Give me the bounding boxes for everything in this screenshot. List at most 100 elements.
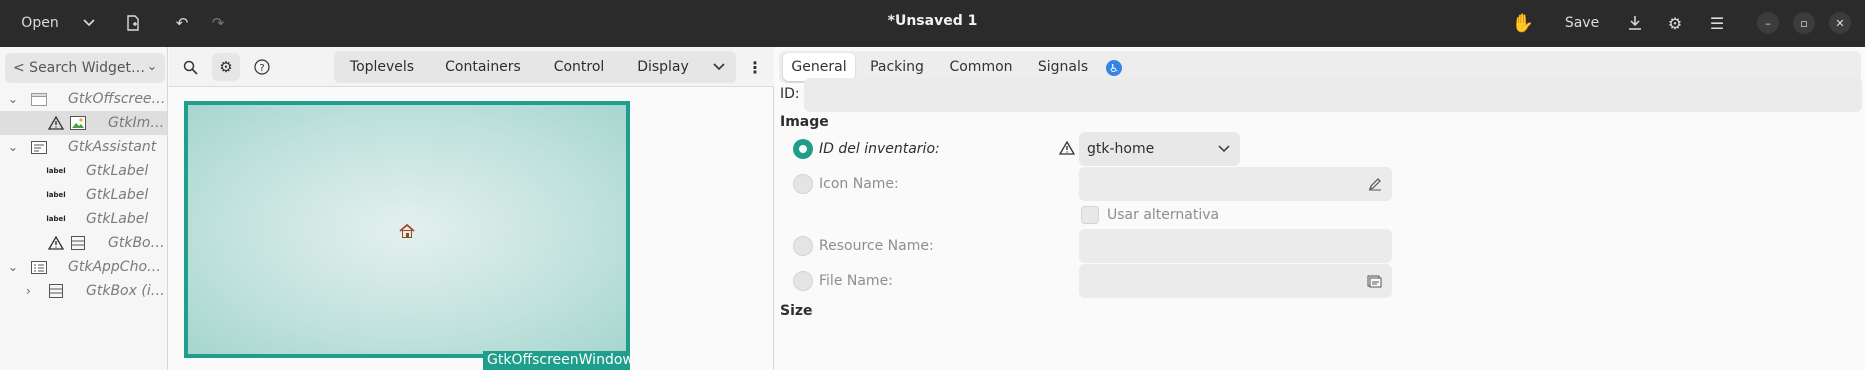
preferences-button[interactable]: ⚙	[1660, 8, 1690, 38]
grab-tool-button[interactable]: ✋	[1508, 8, 1538, 38]
hand-icon: ✋	[1511, 12, 1535, 34]
new-document-button[interactable]	[118, 8, 148, 38]
stock-id-label: ID del inventario:	[819, 141, 940, 157]
hamburger-icon: ☰	[1709, 13, 1725, 33]
icon-name-label: Icon Name:	[819, 176, 899, 192]
file-name-label: File Name:	[819, 273, 893, 289]
box-icon	[47, 284, 65, 298]
tree-row-image[interactable]: GtkIm…	[0, 111, 167, 135]
download-icon	[1629, 16, 1641, 30]
close-button[interactable]: ✕	[1829, 12, 1851, 34]
tree-label: GtkAssistant	[68, 139, 157, 155]
tree-label: GtkBo…	[108, 235, 165, 251]
image-icon	[69, 116, 87, 130]
stock-id-value: gtk-home	[1087, 141, 1155, 157]
tab-packing[interactable]: Packing	[859, 53, 935, 81]
tree-label: GtkLabel	[86, 163, 149, 179]
expander-open-icon[interactable]: ⌄	[8, 140, 18, 154]
group-label: Display	[637, 59, 689, 75]
more-groups-button[interactable]	[705, 53, 733, 81]
resource-name-radio[interactable]	[793, 236, 813, 256]
search-widgets-placeholder: < Search Widget…	[13, 60, 146, 76]
warning-icon	[47, 116, 65, 130]
chevron-down-icon	[1218, 145, 1230, 153]
tree-row-label[interactable]: label GtkLabel	[0, 207, 167, 231]
export-button[interactable]	[1620, 8, 1650, 38]
search-widgets-combo[interactable]: < Search Widget… ⌄	[5, 53, 165, 83]
property-editor: General Packing Common Signals ♿ ID: Ima…	[775, 47, 1865, 370]
maximize-button[interactable]: ▫	[1793, 12, 1815, 34]
tree-label: GtkBox (i…	[86, 283, 165, 299]
search-icon	[183, 60, 198, 75]
stock-id-radio[interactable]	[793, 139, 813, 159]
group-display[interactable]: Display	[623, 53, 703, 81]
stock-id-combo[interactable]: gtk-home	[1079, 132, 1240, 166]
file-chooser-icon[interactable]	[1367, 274, 1382, 288]
group-control[interactable]: Control	[539, 53, 619, 81]
assistant-icon	[30, 140, 48, 154]
new-document-icon	[127, 15, 139, 31]
minimize-button[interactable]: –	[1757, 12, 1779, 34]
undo-button[interactable]: ↶	[168, 8, 196, 38]
tree-row-box[interactable]: › GtkBox (i…	[0, 279, 167, 303]
save-button[interactable]: Save	[1556, 8, 1608, 38]
group-containers[interactable]: Containers	[431, 53, 535, 81]
tab-common[interactable]: Common	[939, 53, 1023, 81]
redo-button[interactable]: ↷	[204, 8, 232, 38]
tree-label: GtkAppCho…	[68, 259, 162, 275]
tree-row-app-chooser[interactable]: ⌄ GtkAppCho…	[0, 255, 167, 279]
redo-icon: ↷	[211, 14, 225, 32]
gear-icon: ⚙	[219, 58, 233, 76]
tree-label: GtkIm…	[108, 115, 165, 131]
chevron-down-icon: ⌄	[146, 59, 157, 73]
expander-open-icon[interactable]: ⌄	[8, 92, 18, 106]
use-fallback-checkbox[interactable]	[1081, 206, 1099, 224]
resource-name-field[interactable]	[1079, 229, 1392, 263]
tab-signals[interactable]: Signals	[1027, 53, 1099, 81]
group-toplevels[interactable]: Toplevels	[337, 53, 427, 81]
palette-toolbar: ⚙ ? Toplevels Containers Control Display…	[169, 47, 774, 87]
search-button[interactable]	[176, 53, 204, 81]
tree-row-assistant[interactable]: ⌄ GtkAssistant	[0, 135, 167, 159]
tab-general[interactable]: General	[783, 53, 855, 81]
file-name-radio[interactable]	[793, 271, 813, 291]
close-icon: ✕	[1835, 16, 1845, 30]
tree-label: GtkLabel	[86, 211, 149, 227]
main-menu-button[interactable]: ☰	[1702, 8, 1732, 38]
resource-name-label: Resource Name:	[819, 238, 934, 254]
file-name-field[interactable]	[1079, 264, 1392, 298]
label-icon: label	[46, 191, 66, 199]
open-button[interactable]: Open	[10, 8, 70, 38]
offscreen-window-canvas[interactable]	[184, 101, 630, 358]
tree-row-label[interactable]: label GtkLabel	[0, 183, 167, 207]
open-recent-dropdown[interactable]	[74, 8, 104, 38]
group-label: Containers	[445, 59, 521, 75]
tree-row-label[interactable]: label GtkLabel	[0, 159, 167, 183]
kebab-icon: ⋮	[747, 57, 763, 77]
gtk-settings-button[interactable]: ⚙	[212, 53, 240, 81]
expander-open-icon[interactable]: ⌄	[8, 260, 18, 274]
tab-label: Signals	[1037, 59, 1089, 75]
tab-label: Packing	[870, 59, 924, 75]
id-label: ID:	[780, 86, 800, 102]
icon-name-radio[interactable]	[793, 174, 813, 194]
chevron-down-icon	[713, 63, 725, 71]
expander-closed-icon[interactable]: ›	[26, 284, 31, 298]
overflow-menu-button[interactable]: ⋮	[741, 53, 769, 81]
id-field[interactable]	[804, 78, 1862, 112]
gear-icon: ⚙	[1667, 13, 1683, 33]
app-chooser-icon	[30, 260, 48, 274]
help-icon: ?	[254, 59, 270, 75]
icon-name-field[interactable]	[1079, 167, 1392, 201]
tree-label: GtkLabel	[86, 187, 149, 203]
widget-tree-panel: < Search Widget… ⌄ ⌄ GtkOffscree… GtkIm……	[0, 47, 168, 370]
use-fallback-label: Usar alternativa	[1107, 207, 1220, 223]
tree-row-offscreen-window[interactable]: ⌄ GtkOffscree…	[0, 87, 167, 111]
help-button[interactable]: ?	[248, 53, 276, 81]
accessibility-tab[interactable]: ♿	[1106, 60, 1122, 76]
tab-label: Common	[949, 59, 1013, 75]
tree-row-box[interactable]: GtkBo…	[0, 231, 167, 255]
window-title: *Unsaved 1	[887, 13, 978, 29]
edit-icon[interactable]	[1368, 177, 1382, 191]
label-icon: label	[46, 167, 66, 175]
